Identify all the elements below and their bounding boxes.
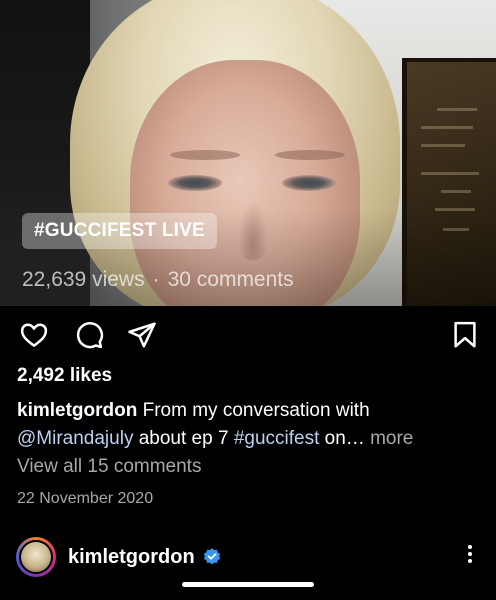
caption-mention[interactable]: @Mirandajuly [17,428,133,449]
plaque-engraving [421,172,479,175]
caption-text: about ep 7 [138,428,229,449]
caption-username[interactable]: kimletgordon [17,400,137,421]
action-bar [0,306,496,364]
next-post-username[interactable]: kimletgordon [68,546,195,569]
person-brow-right [275,150,345,160]
plaque-engraving [441,190,471,193]
verified-badge-icon [202,547,222,567]
person-brow-left [170,150,240,160]
heart-icon[interactable] [19,320,49,350]
caption-hashtag[interactable]: #guccifest [234,428,320,449]
video-stats: 22,639 views · 30 comments [22,268,294,292]
home-indicator[interactable] [182,582,314,587]
plaque-engraving [421,126,473,129]
comment-bubble-icon[interactable] [74,320,104,350]
comments-count: 30 comments [167,268,294,291]
views-count: 22,639 views [22,268,145,291]
caption-more-link[interactable]: more [370,428,413,449]
send-icon[interactable] [127,320,157,350]
bookmark-icon[interactable] [450,320,480,350]
stats-separator: · [152,268,160,291]
person-eye-left [168,175,222,191]
post-caption: kimletgordon From my conversation with @… [17,397,479,453]
person-eye-right [282,175,336,191]
plaque-engraving [421,144,465,147]
post-media[interactable]: #GUCCIFEST LIVE 22,639 views · 30 comments [0,0,496,306]
avatar-image [19,540,53,574]
avatar[interactable] [16,537,56,577]
more-vertical-icon[interactable] [458,542,482,572]
caption-text: From my conversation with [142,400,370,421]
caption-text: on… [324,428,365,449]
next-post-header: kimletgordon [0,534,496,584]
plaque-engraving [437,108,477,111]
view-all-comments-link[interactable]: View all 15 comments [17,456,201,478]
hashtag-overlay: #GUCCIFEST LIVE [22,213,217,249]
post-date: 22 November 2020 [17,490,154,507]
likes-count[interactable]: 2,492 likes [17,365,112,387]
